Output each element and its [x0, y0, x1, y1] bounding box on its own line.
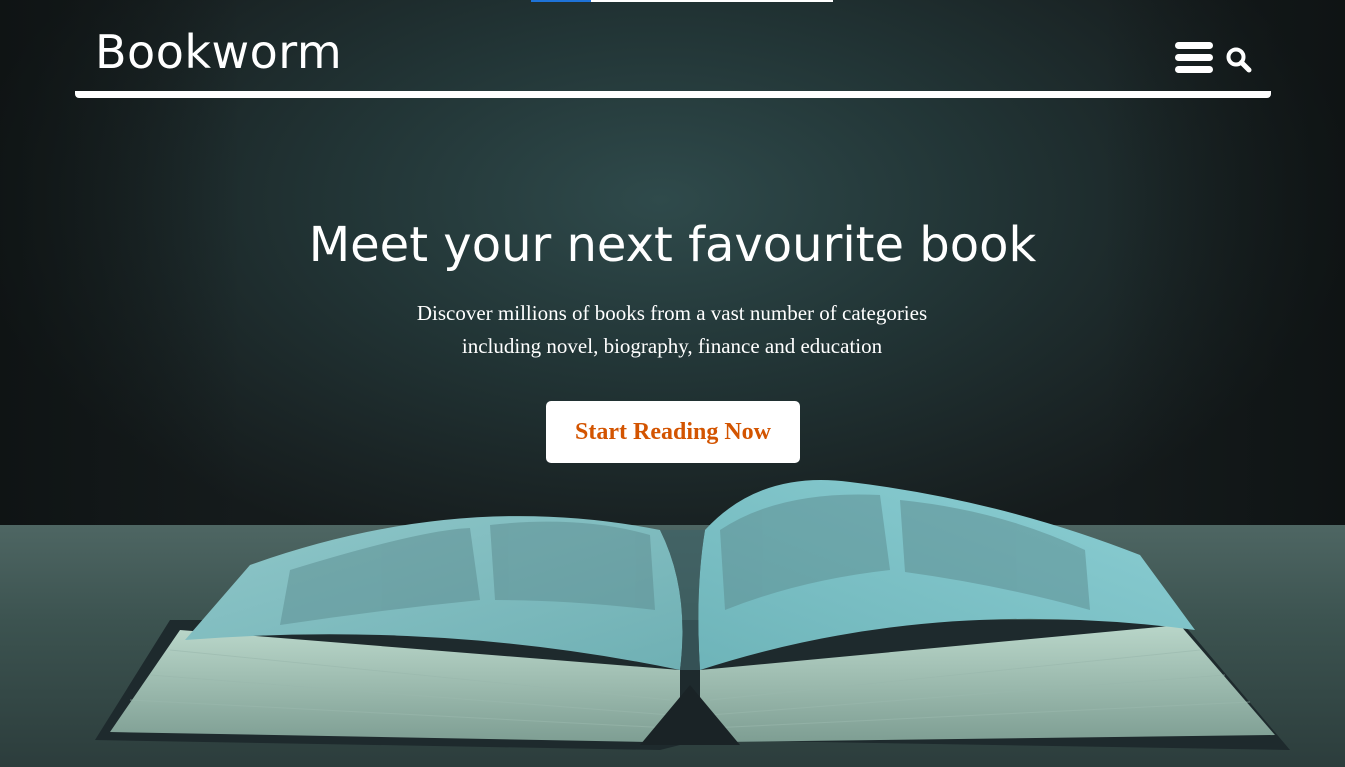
page-load-progress-bar	[531, 0, 833, 2]
navbar: Bookworm	[75, 20, 1271, 98]
open-book-image	[95, 480, 1290, 750]
hero-subtext-line2: including novel, biography, finance and …	[461, 334, 883, 358]
hero-subtext-line1: Discover millions of books from a vast n…	[416, 301, 928, 325]
hero-background	[0, 0, 1345, 767]
search-icon[interactable]	[1225, 46, 1253, 74]
menu-bar-bottom	[1175, 66, 1213, 73]
brand-logo[interactable]: Bookworm	[95, 20, 342, 84]
hero-headline: Meet your next favourite book	[308, 217, 1037, 273]
progress-bar-fill	[531, 0, 592, 2]
hero-subtext: Discover millions of books from a vast n…	[372, 297, 972, 363]
menu-bar-top	[1175, 42, 1213, 49]
start-reading-button[interactable]: Start Reading Now	[546, 401, 800, 463]
hamburger-menu-icon[interactable]	[1175, 42, 1215, 76]
menu-bar-middle	[1175, 54, 1213, 61]
